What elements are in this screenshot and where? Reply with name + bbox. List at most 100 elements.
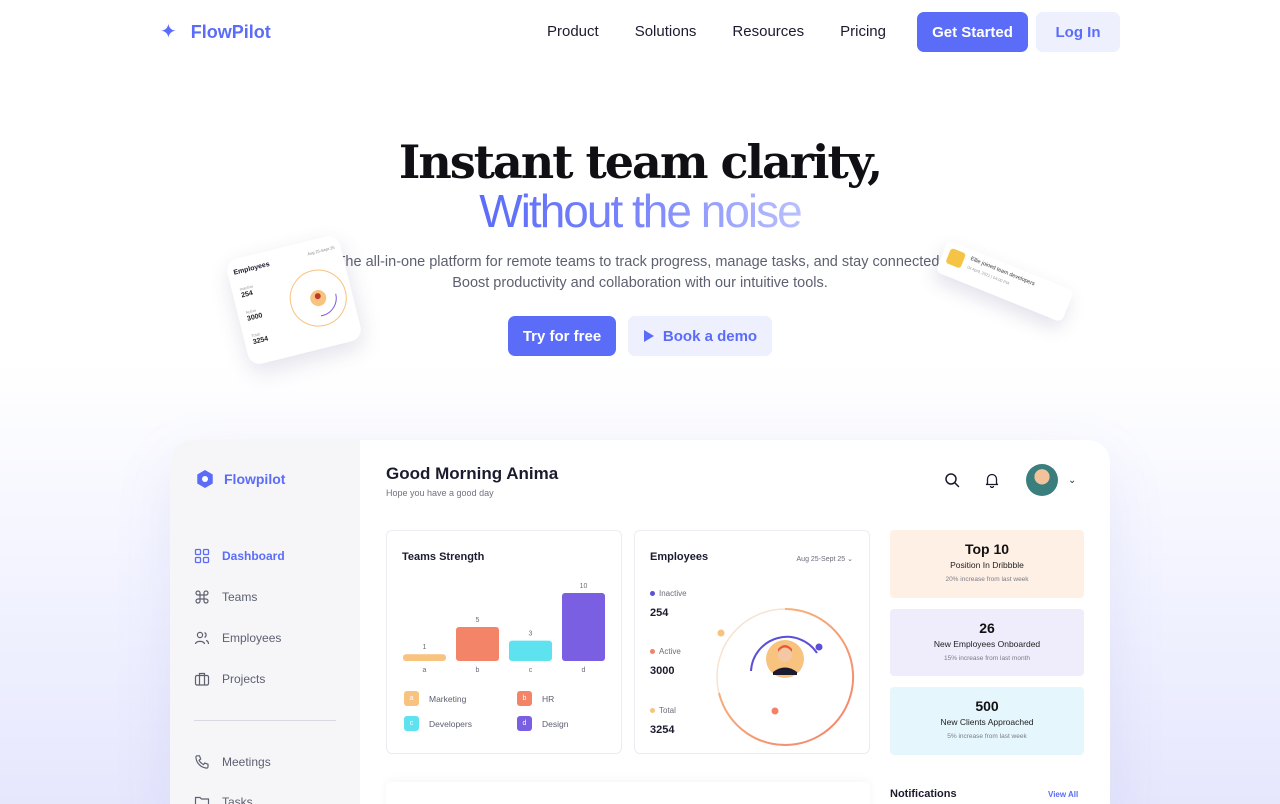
sidebar-item-label: Employees — [222, 631, 282, 645]
float-orbit-graphic — [289, 269, 347, 327]
legend-swatch: a — [404, 691, 419, 706]
bar-d — [562, 593, 605, 661]
bar-category-label: b — [476, 667, 480, 674]
bar-value-label: 1 — [423, 644, 427, 651]
employees-orbit-graphic — [716, 608, 855, 746]
employee-stat-label: Active — [650, 647, 681, 656]
book-demo-label: Book a demo — [662, 327, 758, 345]
hero-description: The all-in-one platform for remote teams… — [0, 252, 1280, 294]
employee-stat-value: 254 — [650, 607, 669, 619]
employee-stat-value: 3000 — [650, 665, 675, 677]
employee-stat-label: Total — [650, 706, 676, 715]
kpi-card: 500 New Clients Approached 5% increase f… — [890, 687, 1084, 755]
bar-value-label: 3 — [529, 631, 533, 638]
grid-icon — [194, 548, 210, 564]
kpi-card: Top 10 Position In Dribbble 20% increase… — [890, 530, 1084, 598]
employee-stat-value: 3254 — [650, 724, 675, 736]
user-menu[interactable]: ⌄ — [1022, 464, 1076, 496]
search-icon[interactable] — [942, 470, 962, 490]
brand-name: FlowPilot — [190, 22, 271, 42]
float-card-title: Employees — [232, 260, 271, 277]
sidebar: Flowpilot Dashboard Teams Employees Proj… — [170, 440, 360, 804]
kpi-label: New Clients Approached — [940, 717, 1034, 727]
legend-item: b HR — [517, 691, 554, 706]
bar-value-label: 5 — [476, 617, 480, 624]
stat-label-text: Total — [659, 706, 676, 715]
sidebar-item-meetings[interactable]: Meetings — [194, 754, 271, 770]
bar-category-label: a — [423, 667, 427, 674]
kpi-card: 26 New Employees Onboarded 15% increase … — [890, 609, 1084, 676]
greeting-subtitle: Hope you have a good day — [386, 488, 494, 498]
sidebar-item-projects[interactable]: Projects — [194, 671, 265, 687]
teams-strength-chart: 1 a 5 b 3 c 10 d — [403, 583, 605, 674]
avatar — [1026, 464, 1058, 496]
status-dot — [650, 591, 655, 596]
date-range-select[interactable]: Aug 25-Sept 25 ⌄ — [797, 555, 853, 563]
panel-title: Employees — [650, 551, 709, 563]
legend-label: Developers — [429, 718, 472, 729]
status-dot — [650, 708, 655, 713]
login-button[interactable]: Log In — [1036, 12, 1120, 52]
avatar — [945, 247, 967, 269]
kpi-value: 500 — [975, 698, 999, 714]
bar-c — [509, 640, 552, 661]
kpi-label: New Employees Onboarded — [933, 639, 1041, 649]
sidebar-brand[interactable]: Flowpilot — [196, 470, 285, 488]
greeting-title: Good Morning Anima — [386, 464, 559, 483]
kpi-subtext: 20% increase from last week — [945, 576, 1029, 583]
bottom-panel — [386, 782, 870, 804]
book-demo-button[interactable]: Book a demo — [628, 316, 772, 356]
nav-link-product[interactable]: Product — [547, 22, 599, 42]
view-all-link[interactable]: View All — [1048, 790, 1078, 799]
briefcase-icon — [194, 672, 210, 686]
hero-subtitle: Without the noise — [0, 184, 1280, 238]
sparkle-icon: ✦ — [160, 21, 177, 43]
legend-item: d Design — [517, 716, 568, 731]
sidebar-item-label: Teams — [222, 590, 258, 604]
try-free-button[interactable]: Try for free — [508, 316, 616, 356]
kpi-label: Position In Dribbble — [950, 560, 1024, 570]
sidebar-item-label: Dashboard — [222, 549, 285, 563]
sidebar-item-dashboard[interactable]: Dashboard — [194, 548, 285, 564]
legend-swatch: d — [517, 716, 532, 731]
nav-link-resources[interactable]: Resources — [732, 22, 804, 42]
sidebar-item-label: Projects — [222, 672, 266, 686]
kpi-subtext: 5% increase from last week — [947, 733, 1027, 740]
hero-title: Instant team clarity, — [398, 135, 883, 189]
command-icon — [195, 590, 209, 604]
top-nav: ✦ FlowPilot Product Solutions Resources … — [0, 0, 1280, 64]
stat-label-text: Active — [659, 647, 681, 656]
header-actions: ⌄ — [942, 464, 1076, 496]
sidebar-item-teams[interactable]: Teams — [194, 589, 257, 605]
bell-icon[interactable] — [982, 470, 1002, 490]
brand-logo[interactable]: ✦ FlowPilot — [160, 20, 271, 44]
legend-swatch: b — [517, 691, 532, 706]
legend-label: HR — [542, 693, 555, 704]
sidebar-item-employees[interactable]: Employees — [194, 630, 281, 646]
nav-link-pricing[interactable]: Pricing — [840, 22, 886, 42]
legend-item: c Developers — [404, 716, 472, 731]
phone-icon — [195, 755, 209, 769]
date-range-label: Aug 25-Sept 25 — [796, 556, 846, 563]
hexagon-logo-icon — [197, 470, 213, 488]
legend-swatch: c — [404, 716, 419, 731]
sidebar-item-tasks[interactable]: Tasks — [194, 794, 253, 804]
float-stat-value: 254 — [240, 289, 254, 300]
hero-desc-line1: The all-in-one platform for remote teams… — [336, 254, 944, 270]
panel-title: Teams Strength — [402, 551, 485, 563]
employee-stat-label: Inactive — [650, 589, 687, 598]
teams-strength-panel: Teams Strength 1 a 5 b 3 c 10 d a Marketing b H… — [386, 530, 622, 754]
nav-link-solutions[interactable]: Solutions — [635, 22, 697, 42]
float-card-date: Aug 25-Sept 25 — [306, 244, 336, 257]
bar-b — [456, 627, 499, 661]
users-icon — [194, 631, 210, 645]
kpi-value: 26 — [979, 620, 995, 636]
sidebar-divider — [194, 720, 336, 721]
play-icon — [643, 330, 654, 342]
legend-label: Design — [542, 718, 569, 729]
kpi-subtext: 15% increase from last month — [944, 655, 1030, 662]
bar-a — [403, 654, 446, 661]
sidebar-item-label: Meetings — [222, 755, 271, 769]
get-started-button[interactable]: Get Started — [917, 12, 1028, 52]
chevron-down-icon: ⌄ — [847, 556, 853, 563]
